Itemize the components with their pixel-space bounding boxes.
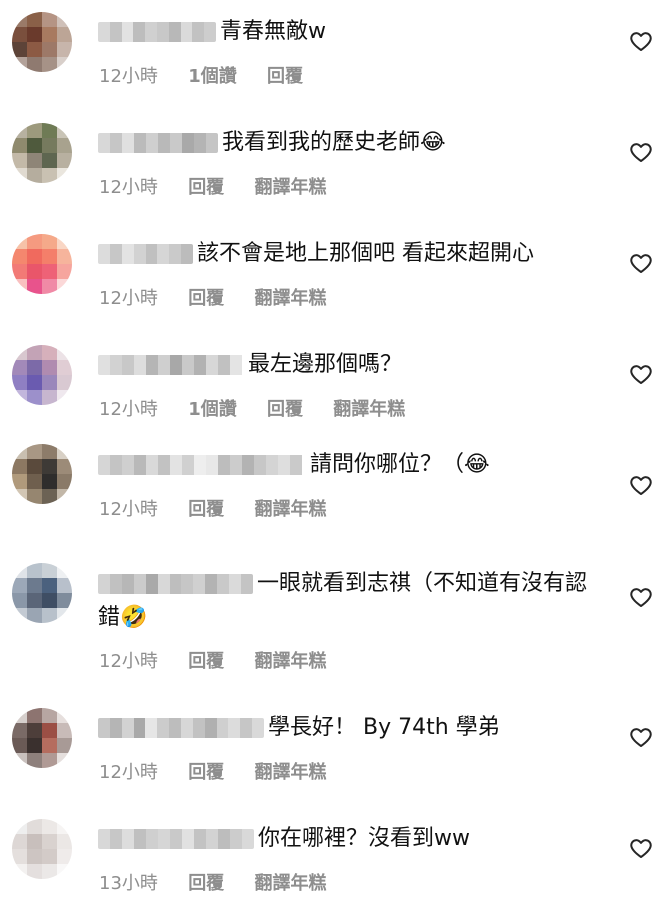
- comment-text: 最左邊那個嗎？: [248, 352, 403, 377]
- comment-text: 青春無敵w: [220, 19, 326, 44]
- translate-link[interactable]: 翻譯年糕: [254, 869, 326, 895]
- reply-link[interactable]: 回覆: [188, 173, 224, 199]
- heart-outline-icon[interactable]: [629, 140, 653, 164]
- avatar[interactable]: [12, 12, 72, 72]
- username-blurred[interactable]: [98, 133, 218, 153]
- heart-outline-icon[interactable]: [629, 29, 653, 53]
- comment-meta: 12小時 回覆 翻譯年糕: [99, 173, 350, 199]
- reply-link[interactable]: 回覆: [188, 647, 224, 673]
- reply-link[interactable]: 回覆: [267, 62, 303, 88]
- comment-body: 青春無敵w: [98, 15, 608, 49]
- username-blurred[interactable]: [98, 574, 253, 594]
- reply-link[interactable]: 回覆: [188, 284, 224, 310]
- username-blurred[interactable]: [98, 455, 306, 475]
- avatar[interactable]: [12, 563, 72, 623]
- translate-link[interactable]: 翻譯年糕: [254, 173, 326, 199]
- comment-body: 最左邊那個嗎？: [98, 348, 608, 382]
- comment-time: 12小時: [99, 288, 158, 309]
- like-count[interactable]: 1個讚: [188, 395, 237, 421]
- comment-meta: 12小時 回覆 翻譯年糕: [99, 758, 350, 784]
- comment-time: 12小時: [99, 651, 158, 672]
- comment-time: 12小時: [99, 499, 158, 520]
- translate-link[interactable]: 翻譯年糕: [333, 395, 405, 421]
- comment-text: 該不會是地上那個吧 看起來超開心: [197, 241, 534, 266]
- comment-time: 12小時: [99, 399, 158, 420]
- heart-outline-icon[interactable]: [629, 836, 653, 860]
- comment-meta: 12小時 1個讚 回覆 翻譯年糕: [99, 395, 429, 421]
- translate-link[interactable]: 翻譯年糕: [254, 647, 326, 673]
- avatar[interactable]: [12, 444, 72, 504]
- comment-text: 我看到我的歷史老師😂: [222, 130, 446, 155]
- comment-body: 一眼就看到志祺（不知道有沒有認錯🤣: [98, 567, 608, 635]
- heart-outline-icon[interactable]: [629, 473, 653, 497]
- comment-time: 12小時: [99, 66, 158, 87]
- username-blurred[interactable]: [98, 718, 264, 738]
- comment-time: 13小時: [99, 873, 158, 894]
- heart-outline-icon[interactable]: [629, 725, 653, 749]
- comment-meta: 12小時 回覆 翻譯年糕: [99, 647, 350, 673]
- comment-body: 你在哪裡？沒看到ww: [98, 822, 608, 856]
- username-blurred[interactable]: [98, 829, 254, 849]
- comment-meta: 12小時 1個讚 回覆: [99, 62, 327, 88]
- comment-body: 我看到我的歷史老師😂: [98, 126, 608, 160]
- reply-link[interactable]: 回覆: [188, 869, 224, 895]
- username-blurred[interactable]: [98, 244, 193, 264]
- translate-link[interactable]: 翻譯年糕: [254, 758, 326, 784]
- heart-outline-icon[interactable]: [629, 251, 653, 275]
- avatar[interactable]: [12, 123, 72, 183]
- comment-body: 學長好！ By 74th 學弟: [98, 711, 608, 745]
- comment-body: 該不會是地上那個吧 看起來超開心: [98, 237, 608, 271]
- username-blurred[interactable]: [98, 355, 244, 375]
- comment-text: 學長好！ By 74th 學弟: [268, 715, 500, 740]
- like-count[interactable]: 1個讚: [188, 62, 237, 88]
- comment-text: 你在哪裡？沒看到ww: [258, 826, 470, 851]
- comment-time: 12小時: [99, 762, 158, 783]
- avatar[interactable]: [12, 819, 72, 879]
- comment-meta: 12小時 回覆 翻譯年糕: [99, 284, 350, 310]
- reply-link[interactable]: 回覆: [188, 758, 224, 784]
- username-blurred[interactable]: [98, 22, 216, 42]
- translate-link[interactable]: 翻譯年糕: [254, 284, 326, 310]
- translate-link[interactable]: 翻譯年糕: [254, 495, 326, 521]
- comment-body: 請問你哪位？（😂: [98, 448, 608, 482]
- avatar[interactable]: [12, 345, 72, 405]
- reply-link[interactable]: 回覆: [188, 495, 224, 521]
- comment-text: 請問你哪位？（😂: [310, 452, 490, 477]
- avatar[interactable]: [12, 708, 72, 768]
- comment-time: 12小時: [99, 177, 158, 198]
- heart-outline-icon[interactable]: [629, 585, 653, 609]
- comment-meta: 13小時 回覆 翻譯年糕: [99, 869, 350, 895]
- heart-outline-icon[interactable]: [629, 362, 653, 386]
- comment-meta: 12小時 回覆 翻譯年糕: [99, 495, 350, 521]
- avatar[interactable]: [12, 234, 72, 294]
- reply-link[interactable]: 回覆: [267, 395, 303, 421]
